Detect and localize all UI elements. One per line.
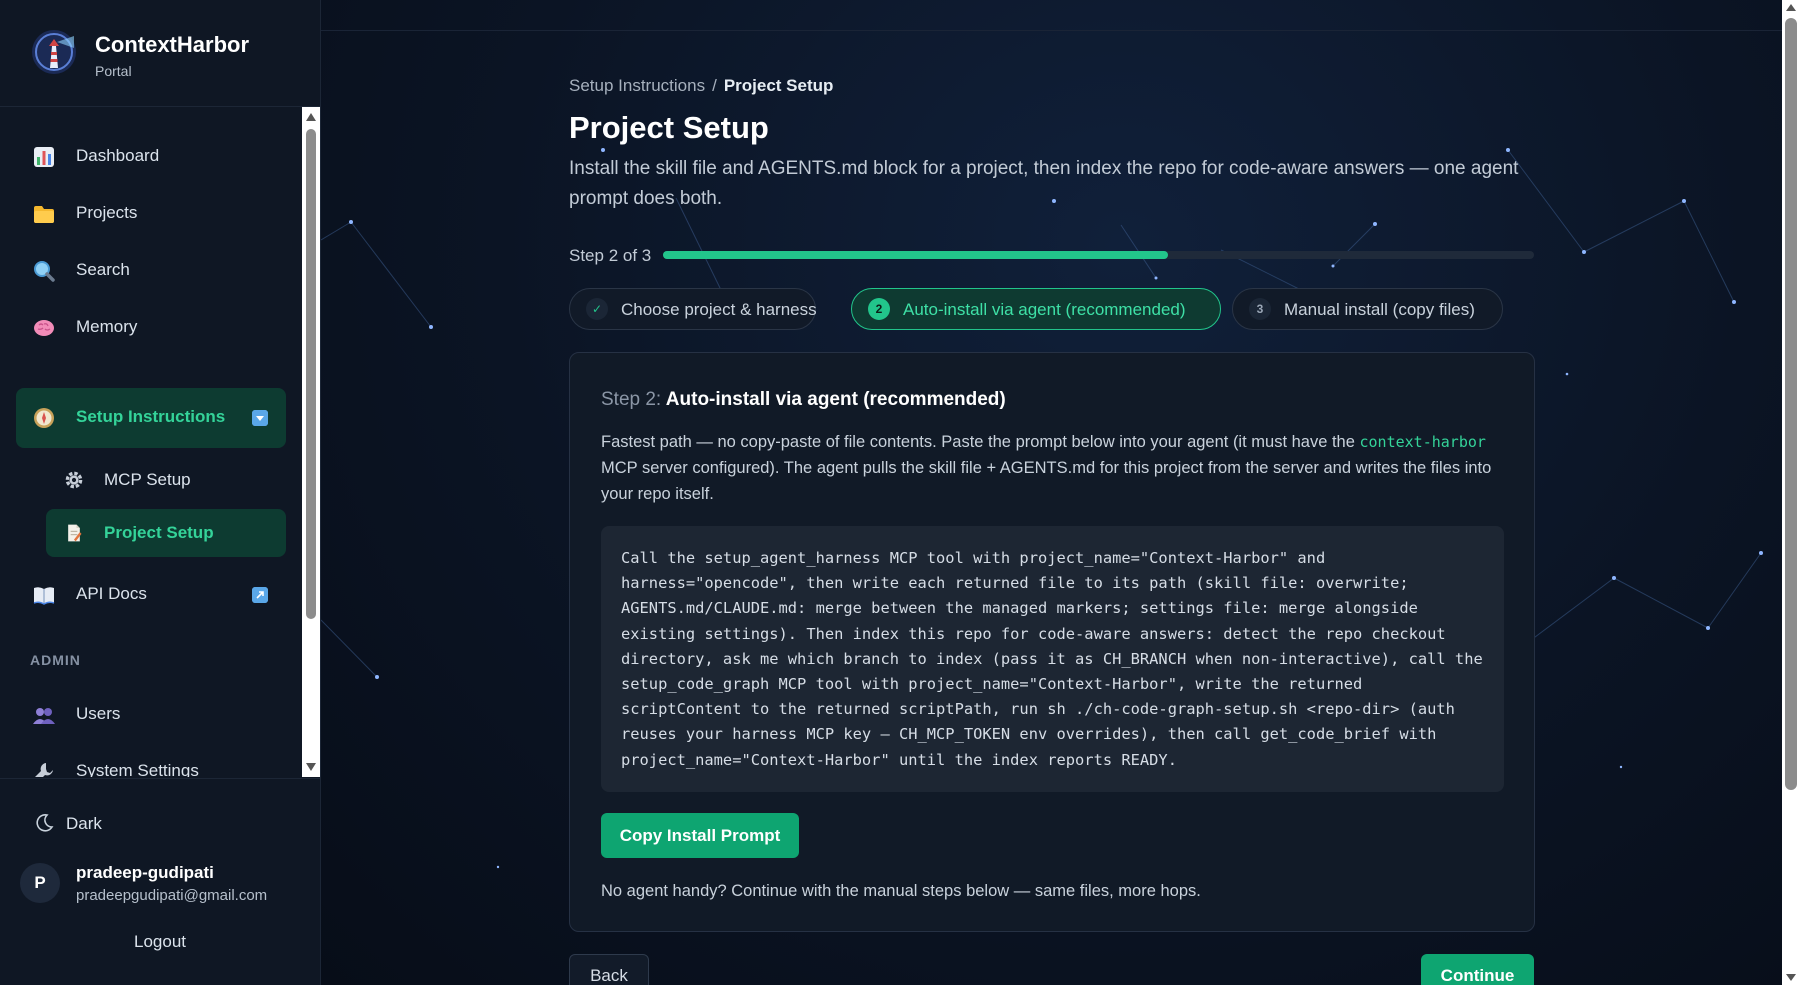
sidebar-item-memory[interactable]: Memory — [16, 300, 286, 356]
back-button[interactable]: Back — [569, 954, 649, 985]
sidebar-item-label: Users — [76, 704, 121, 723]
install-prompt-text[interactable]: Call the setup_agent_harness MCP tool wi… — [621, 546, 1491, 773]
sidebar: ContextHarbor Portal Dashboard Projects — [0, 0, 321, 985]
continue-button[interactable]: Continue — [1421, 954, 1534, 985]
sidebar-item-label: Project Setup — [104, 523, 214, 542]
topbar-divider — [321, 30, 1782, 31]
breadcrumb: Setup Instructions / Project Setup — [569, 76, 833, 96]
sidebar-item-dashboard[interactable]: Dashboard — [16, 129, 286, 185]
card-desc-part: Fastest path — no copy-paste of file con… — [601, 433, 1360, 451]
lighthouse-logo-icon — [32, 30, 76, 74]
checkmark-icon: ✓ — [586, 298, 608, 320]
sidebar-item-label: Setup Instructions — [76, 407, 226, 426]
app-name: ContextHarbor — [95, 32, 250, 57]
book-icon — [33, 587, 55, 605]
sidebar-item-label: Memory — [76, 317, 138, 336]
step-tab-manual-install[interactable]: 3 Manual install (copy files) — [1232, 288, 1503, 330]
gear-icon — [65, 471, 83, 489]
breadcrumb-separator: / — [712, 76, 717, 95]
step-tab-auto-install[interactable]: 2 Auto-install via agent (recommended) — [851, 288, 1221, 330]
card-desc-part: MCP server configured). The agent pulls … — [601, 459, 1492, 503]
page-description: Install the skill file and AGENTS.md blo… — [569, 158, 1519, 209]
progress-bar — [663, 251, 1534, 259]
theme-toggle[interactable]: Dark — [34, 811, 154, 835]
app-subtitle: Portal — [95, 63, 132, 79]
sidebar-nav: Dashboard Projects Search Memory Setup I… — [0, 107, 320, 777]
step-tab-label: Auto-install via agent (recommended) — [903, 300, 1186, 319]
step-number-badge: 3 — [1249, 298, 1271, 320]
sidebar-item-users[interactable]: Users — [16, 687, 286, 743]
server-name-code: context-harbor — [1359, 433, 1486, 451]
sidebar-item-label: Projects — [76, 203, 138, 222]
card-footer-note: No agent handy? Continue with the manual… — [601, 882, 1201, 900]
bar-chart-icon — [34, 147, 54, 167]
step-tab-choose-project[interactable]: ✓ Choose project & harness — [569, 288, 817, 330]
main-content: Setup Instructions / Project Setup Project… — [321, 0, 1782, 985]
scroll-up-icon[interactable] — [306, 113, 316, 121]
sidebar-item-label: Dashboard — [76, 146, 160, 165]
compass-icon — [34, 408, 54, 428]
avatar[interactable]: P — [20, 863, 60, 903]
moon-icon — [36, 814, 54, 832]
brain-icon — [34, 320, 54, 336]
sidebar-item-api-docs[interactable]: API Docs — [16, 567, 286, 623]
copy-install-prompt-button[interactable]: Copy Install Prompt — [601, 813, 799, 858]
sidebar-item-label: Search — [76, 260, 130, 279]
page-scrollbar[interactable] — [1782, 0, 1800, 985]
external-link-icon — [252, 587, 268, 603]
chevron-down-icon[interactable] — [252, 410, 268, 426]
app-root: ContextHarbor Portal Dashboard Projects — [0, 0, 1800, 985]
sidebar-item-system-settings[interactable]: System Settings — [16, 744, 286, 777]
sidebar-scroll-thumb[interactable] — [306, 129, 316, 619]
sidebar-item-projects[interactable]: Projects — [16, 186, 286, 242]
card-title-text: Auto-install via agent (recommended) — [665, 389, 1006, 410]
card-title-prefix: Step 2: — [601, 389, 662, 410]
user-email: pradeepgudipati@gmail.com — [76, 887, 268, 904]
step-tab-label: Choose project & harness — [621, 300, 817, 319]
step-progress-label: Step 2 of 3 — [569, 246, 652, 265]
admin-section-label: ADMIN — [30, 652, 81, 668]
theme-label: Dark — [66, 814, 102, 833]
step-number-badge: 2 — [868, 298, 890, 320]
breadcrumb-current: Project Setup — [723, 76, 834, 95]
sidebar-item-setup-instructions[interactable]: Setup Instructions — [16, 388, 286, 448]
breadcrumb-parent-link[interactable]: Setup Instructions — [569, 76, 705, 95]
user-name: pradeep-gudipati — [76, 863, 214, 882]
folder-icon — [34, 206, 54, 223]
step-card: Step 2: Auto-install via agent (recommen… — [569, 352, 1535, 932]
sidebar-item-search[interactable]: Search — [16, 243, 286, 299]
install-prompt-block[interactable]: Call the setup_agent_harness MCP tool wi… — [601, 526, 1504, 792]
sidebar-scrollbar[interactable] — [302, 107, 320, 777]
sidebar-item-label: MCP Setup — [104, 470, 191, 489]
card-description: Fastest path — no copy-paste of file con… — [601, 429, 1511, 507]
sidebar-subitem-mcp-setup[interactable]: MCP Setup — [46, 456, 286, 504]
scroll-up-icon[interactable] — [1786, 4, 1796, 11]
page-scroll-thumb[interactable] — [1785, 18, 1797, 790]
document-icon — [68, 524, 82, 542]
sidebar-item-label: API Docs — [76, 584, 147, 603]
brand[interactable]: ContextHarbor Portal — [0, 0, 320, 107]
users-icon — [33, 708, 55, 724]
wrench-icon — [35, 763, 53, 777]
scroll-down-icon[interactable] — [1786, 974, 1796, 981]
step-tab-label: Manual install (copy files) — [1284, 300, 1475, 319]
logout-button[interactable]: Logout — [0, 932, 320, 952]
magnifier-icon — [34, 261, 55, 282]
sidebar-footer: Dark P pradeep-gudipati pradeepgudipati@… — [0, 778, 320, 985]
sidebar-item-label: System Settings — [76, 761, 199, 777]
sidebar-subitem-project-setup[interactable]: Project Setup — [46, 509, 286, 557]
progress-bar-fill — [663, 251, 1169, 259]
card-title: Step 2: Auto-install via agent (recommen… — [601, 389, 1006, 411]
scroll-down-icon[interactable] — [306, 763, 316, 771]
page-title: Project Setup — [569, 110, 769, 145]
